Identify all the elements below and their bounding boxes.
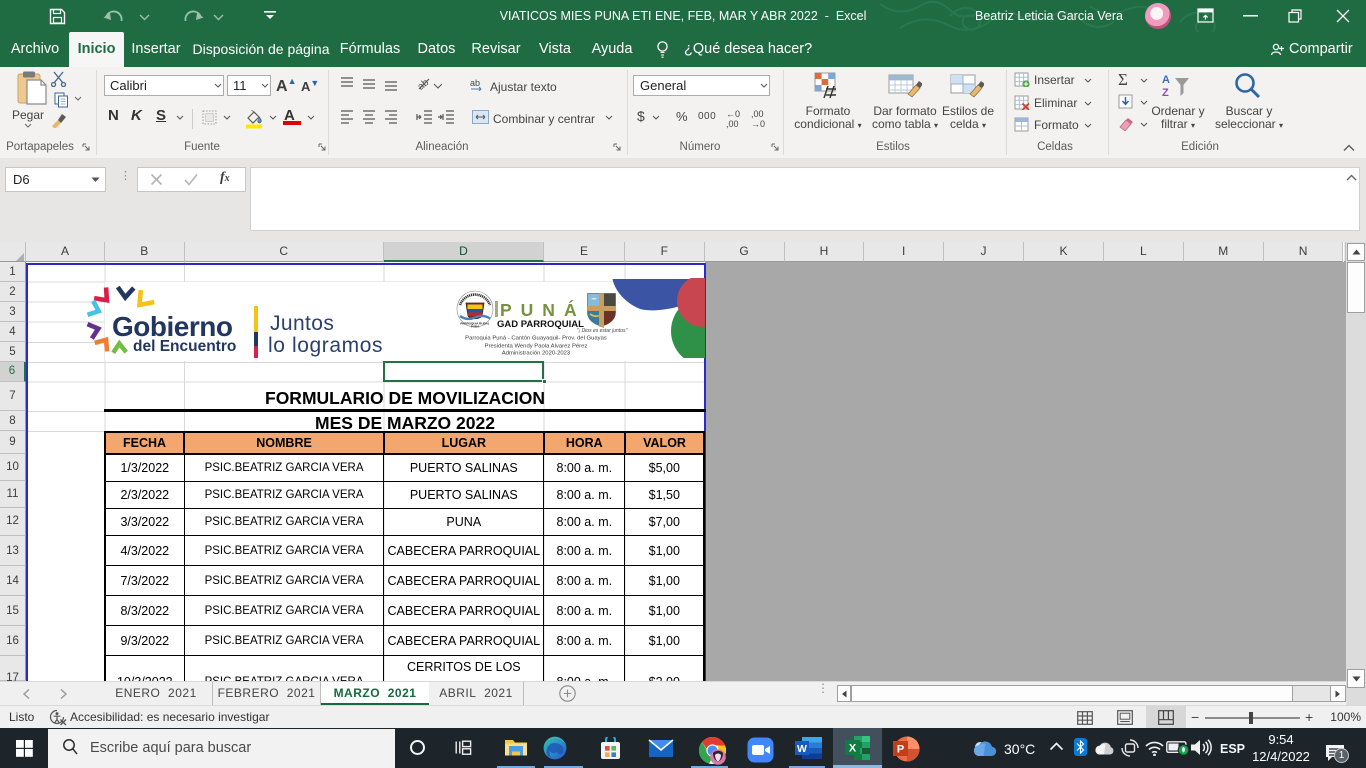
svg-text:Z: Z (1162, 87, 1169, 99)
svg-text:Presidenta Wendy Paola Alvarez: Presidenta Wendy Paola Alvarez Pérez (485, 344, 588, 350)
svg-text:X: X (849, 743, 857, 755)
svg-text:ab: ab (470, 78, 480, 88)
svg-text:Administración 2020-2023: Administración 2020-2023 (502, 351, 571, 357)
svg-text:W: W (797, 743, 807, 755)
svg-text:P: P (897, 744, 904, 756)
svg-text:A: A (1162, 74, 1170, 86)
svg-text:Parroquia Puná - Cantón Guayaq: Parroquia Puná - Cantón Guayaquil- Prov.… (465, 336, 607, 342)
